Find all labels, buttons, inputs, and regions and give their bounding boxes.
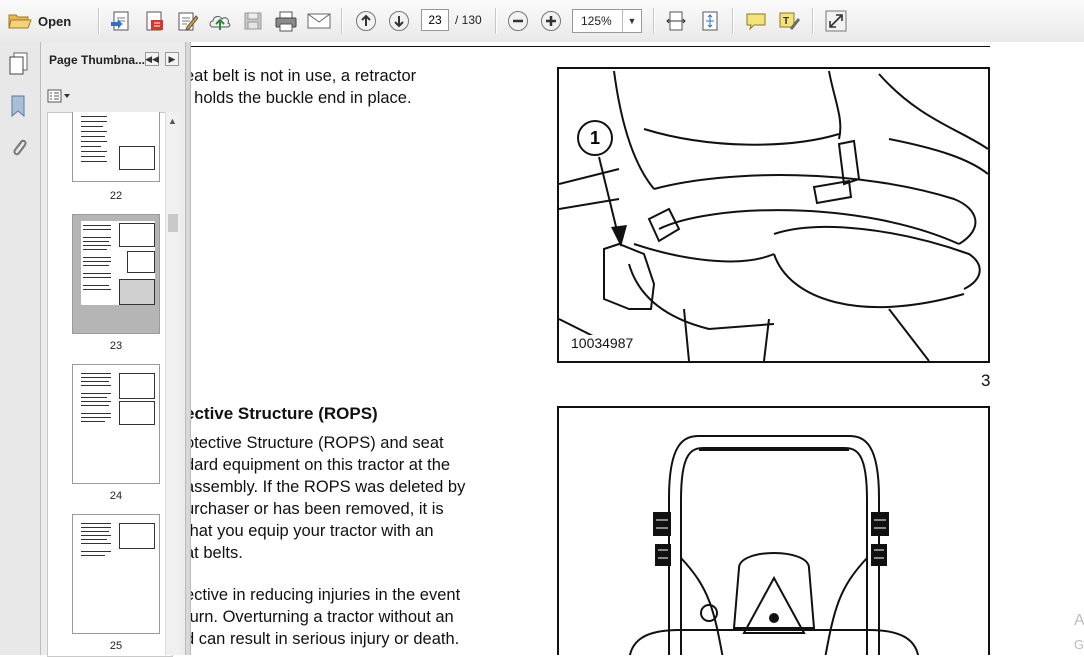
paragraph-line: dard equipment on this tractor at the — [191, 456, 451, 474]
paragraph-line: otective Structure (ROPS) and seat — [191, 434, 444, 452]
seat-illustration — [559, 70, 988, 361]
toolbar-separator — [732, 8, 734, 34]
arrow-up-circle-icon — [356, 11, 376, 31]
plus-circle-icon — [541, 11, 561, 31]
minus-circle-icon — [508, 11, 528, 31]
rops-figure — [557, 406, 990, 655]
edit-document-button[interactable] — [174, 8, 200, 34]
toolbar-separator — [812, 8, 814, 34]
paragraph-line: urchaser or has been removed, it is — [191, 500, 444, 518]
export-pdf-button[interactable] — [141, 8, 167, 34]
thumbnail-page-23[interactable] — [72, 214, 160, 334]
thumbnail-scrollbar[interactable]: ▲ — [165, 112, 180, 655]
thumbnail-label: 25 — [109, 640, 123, 652]
zoom-in-button[interactable] — [538, 8, 564, 34]
cloud-upload-icon — [209, 16, 231, 30]
open-button[interactable]: Open — [8, 9, 71, 33]
bookmarks-tab[interactable] — [9, 94, 29, 123]
previous-page-button[interactable] — [353, 8, 379, 34]
fit-width-button[interactable] — [663, 8, 689, 34]
section-heading: ective Structure (ROPS) — [191, 404, 378, 423]
figure-number: 3 — [981, 371, 991, 390]
fit-page-icon — [702, 11, 718, 31]
email-button[interactable] — [306, 8, 332, 34]
thumbnail-options-button[interactable] — [47, 88, 71, 104]
zoom-value: 125% — [581, 14, 612, 28]
highlight-text-button[interactable]: T — [776, 8, 802, 34]
toolbar-separator — [341, 8, 343, 34]
highlight-text-icon: T — [779, 12, 800, 30]
speech-bubble-icon — [746, 13, 766, 31]
paragraph-line: turn. Overturning a tractor without an — [191, 608, 454, 626]
thumbnail-label: 23 — [109, 340, 123, 352]
edit-pencil-icon — [178, 12, 198, 31]
paragraph-line: ective in reducing injuries in the event — [191, 586, 461, 604]
create-pdf-icon — [111, 11, 129, 31]
folder-open-icon — [8, 14, 32, 29]
print-button[interactable] — [273, 8, 299, 34]
paragraph-line: that you equip your tractor with an — [191, 522, 434, 540]
main-toolbar: Open 23 / 130 125% ▼ T — [0, 0, 1084, 43]
options-menu-icon — [47, 89, 70, 103]
toolbar-separator — [98, 8, 100, 34]
save-button[interactable] — [240, 8, 266, 34]
page-number-input[interactable] — [421, 9, 449, 31]
bookmark-icon — [11, 95, 25, 118]
pdf-document-icon — [146, 11, 163, 31]
paperclip-icon — [13, 139, 27, 156]
floppy-disk-icon — [244, 12, 262, 30]
page-thumbnails-tab[interactable] — [7, 51, 31, 80]
double-chevron-left-icon: ◀◀ — [145, 53, 159, 64]
callout-badge: 1 — [577, 120, 613, 156]
rops-illustration — [628, 435, 920, 655]
scrollbar-thumb[interactable] — [168, 214, 178, 232]
document-view: eat belt is not in use, a retractor , ho… — [191, 42, 1084, 655]
paragraph-line: at belts. — [191, 544, 243, 562]
thumbnail-page-25[interactable] — [72, 514, 160, 634]
watermark-text: G — [1074, 637, 1084, 652]
navigation-rail — [0, 42, 41, 655]
expand-arrows-icon — [825, 10, 847, 32]
envelope-icon — [307, 13, 331, 29]
toolbar-separator — [653, 8, 655, 34]
page-top-rule — [191, 46, 990, 47]
thumbnail-label: 24 — [109, 490, 123, 502]
printer-icon — [275, 11, 297, 32]
svg-text:T: T — [783, 16, 789, 27]
seat-belt-retractor-figure: 1 10034987 — [557, 67, 990, 363]
page-total-label: / 130 — [455, 13, 482, 27]
panel-close-button[interactable]: ▶ — [165, 52, 179, 66]
scroll-up-arrow-icon[interactable]: ▲ — [168, 116, 177, 126]
attachments-tab[interactable] — [9, 136, 29, 165]
expand-button[interactable] — [823, 8, 849, 34]
toolbar-separator — [495, 8, 497, 34]
paragraph-line: assembly. If the ROPS was deleted by — [191, 478, 466, 496]
create-pdf-button[interactable] — [108, 8, 134, 34]
panel-collapse-button[interactable]: ◀◀ — [145, 52, 159, 66]
thumbnail-page-24[interactable] — [72, 364, 160, 484]
pages-icon — [9, 52, 28, 75]
watermark-text: A — [1074, 612, 1084, 629]
chevron-right-icon: ▶ — [168, 53, 176, 64]
upload-button[interactable] — [207, 8, 233, 34]
panel-title: Page Thumbna... — [49, 53, 146, 67]
fit-width-icon — [666, 11, 686, 31]
fit-page-button[interactable] — [697, 8, 723, 34]
paragraph-line: d can result in serious injury or death. — [191, 630, 460, 648]
paragraph-line: , holds the buckle end in place. — [191, 89, 412, 107]
paragraph-line: eat belt is not in use, a retractor — [191, 67, 417, 85]
arrow-down-circle-icon — [389, 11, 409, 31]
zoom-select[interactable]: 125% ▼ — [572, 9, 642, 33]
open-label: Open — [38, 13, 72, 29]
zoom-out-button[interactable] — [505, 8, 531, 34]
thumbnail-label: 22 — [109, 190, 123, 202]
thumbnail-page-22[interactable] — [72, 112, 160, 182]
figure-code: 10034987 — [571, 335, 634, 351]
page-thumbnails-panel: Page Thumbna... ◀◀ ▶ 22 23 24 25 ▲ — [41, 42, 185, 657]
chevron-down-icon: ▼ — [622, 10, 641, 32]
comment-button[interactable] — [743, 8, 769, 34]
next-page-button[interactable] — [386, 8, 412, 34]
